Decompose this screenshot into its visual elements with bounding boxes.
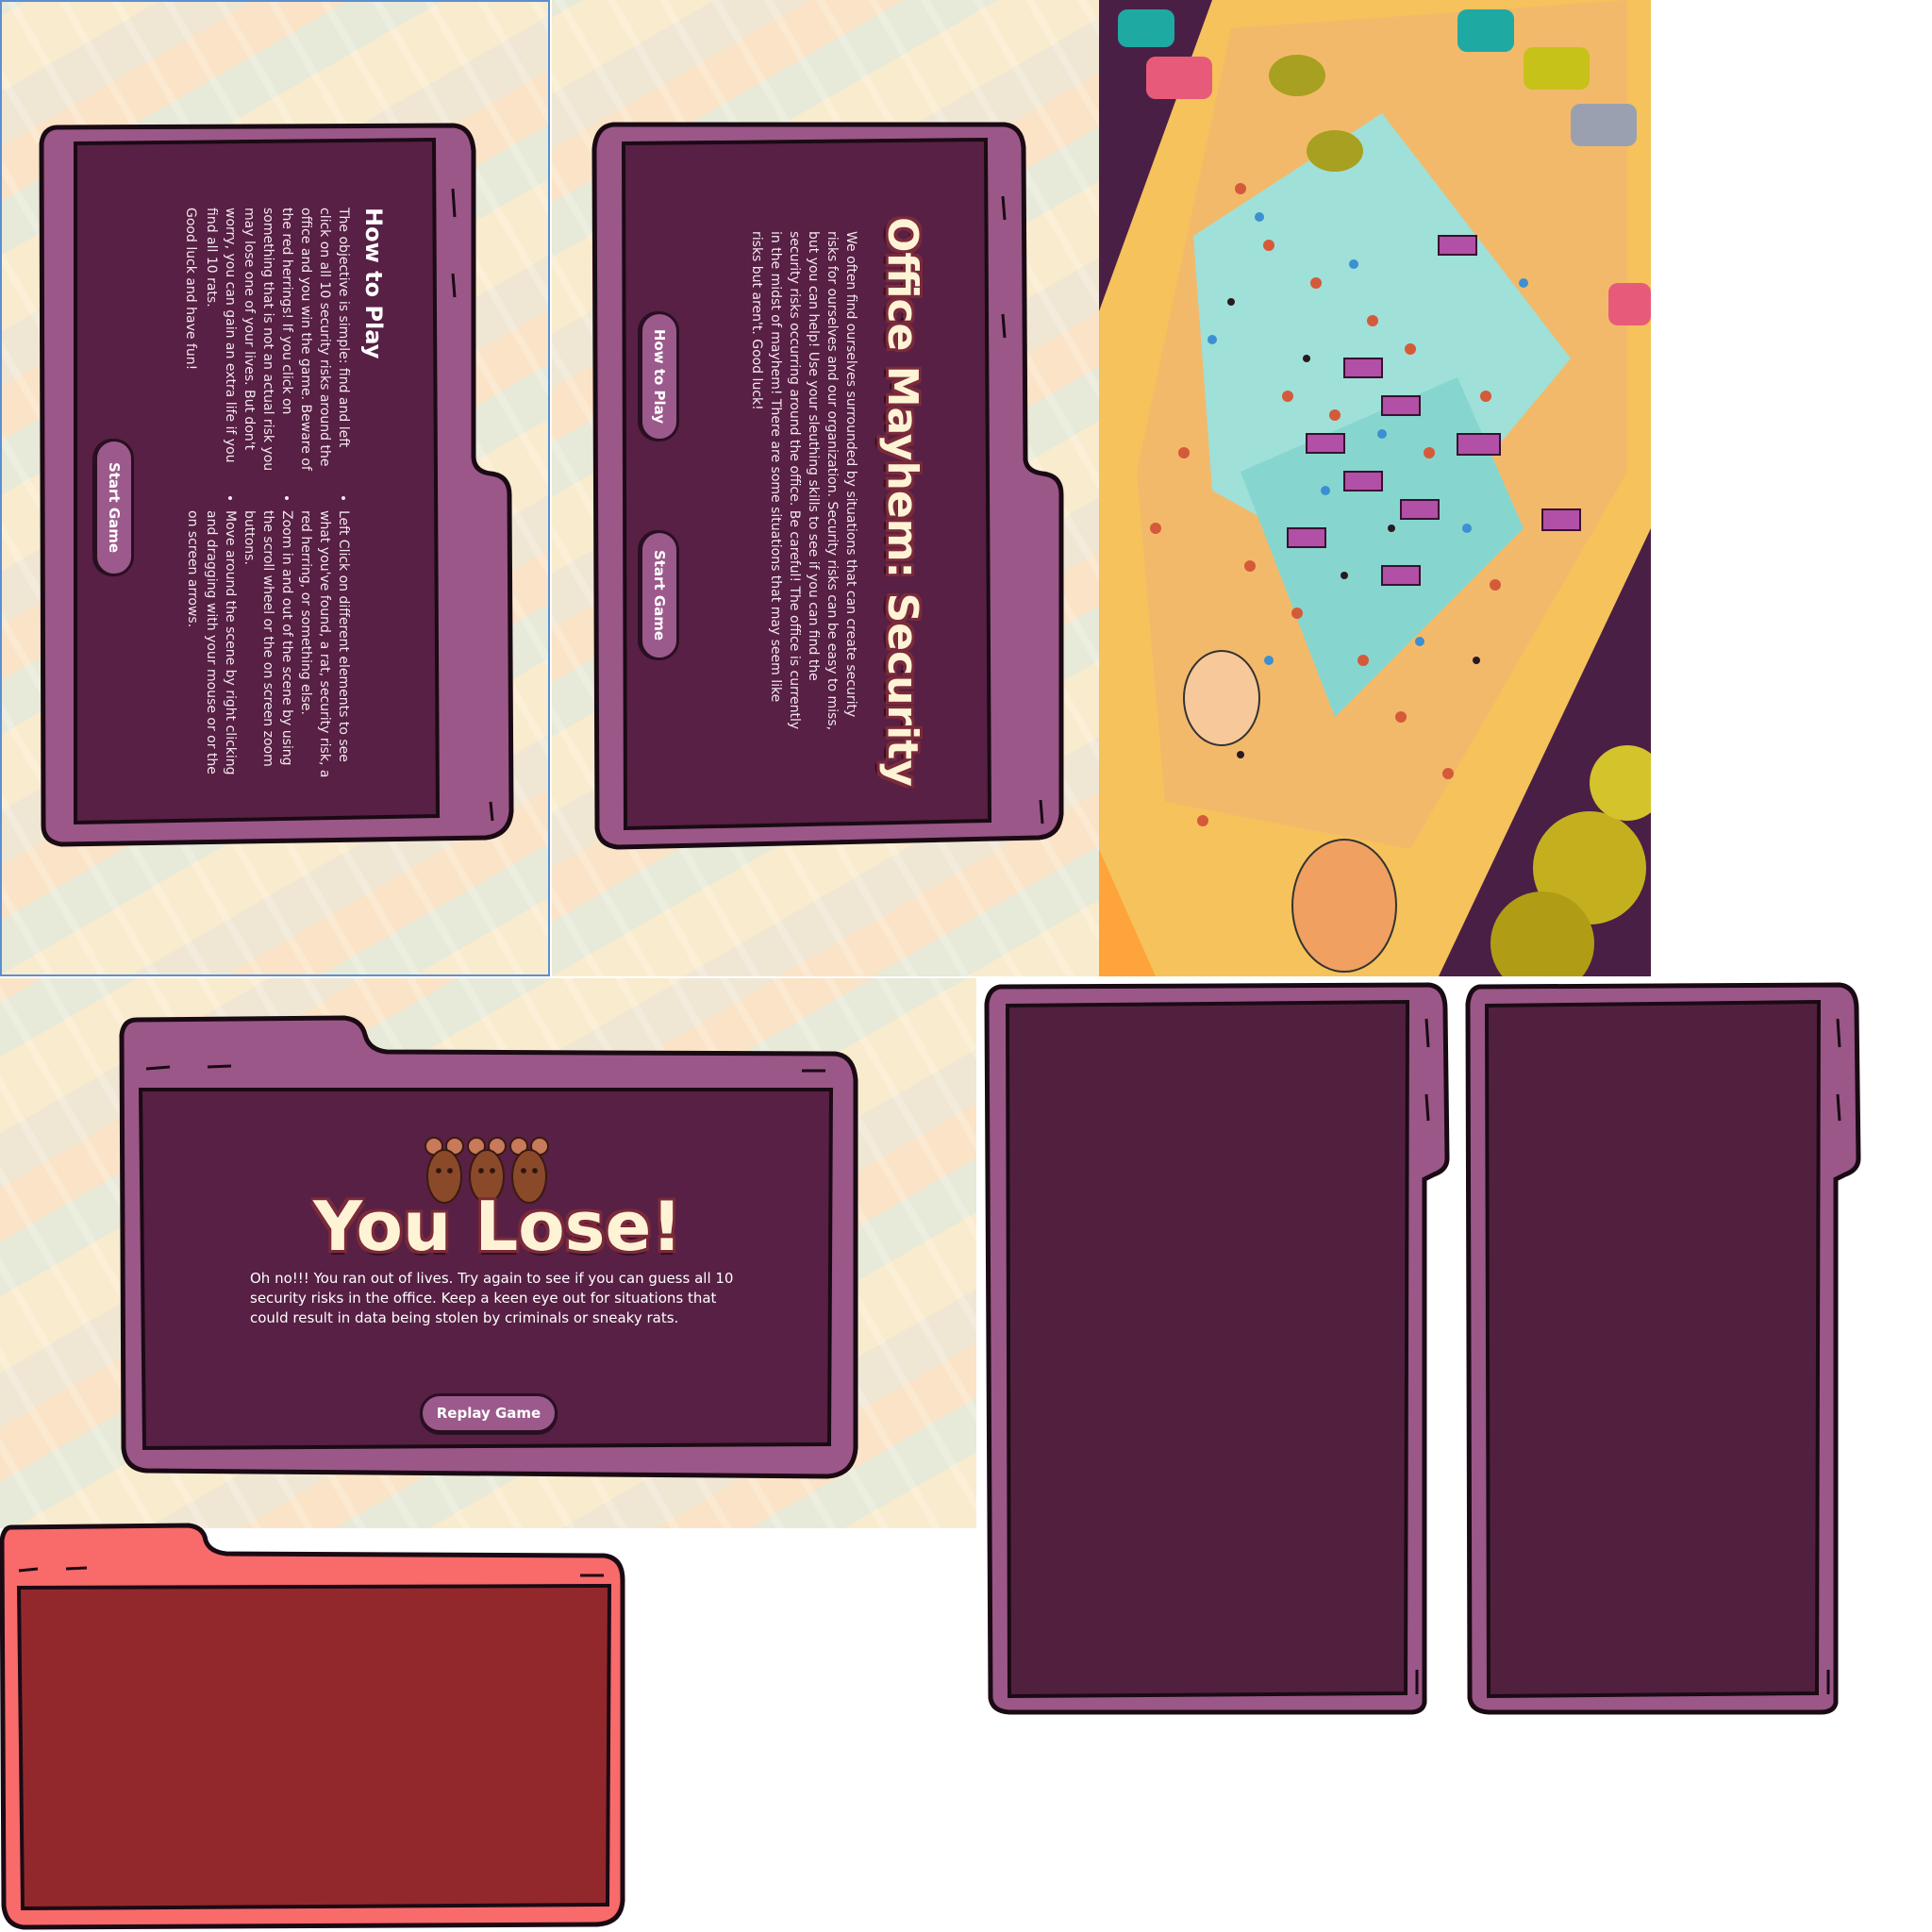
- empty-folder-tall-1: [981, 981, 1453, 1717]
- how-to-play-title: How to Play: [360, 208, 387, 359]
- how-to-play-bullets: Left Click on different elements to see …: [183, 495, 353, 784]
- how-to-play-start-button[interactable]: Start Game: [94, 439, 134, 576]
- intro-start-button[interactable]: Start Game: [640, 530, 679, 660]
- empty-folder-tall-2: [1462, 981, 1868, 1717]
- office-scene-illustration[interactable]: [1099, 0, 1651, 976]
- folder-shape: [984, 982, 1450, 1715]
- lose-body: Oh no!!! You ran out of lives. Try again…: [250, 1270, 734, 1326]
- empty-folder-red: [0, 1523, 627, 1930]
- replay-game-button[interactable]: Replay Game: [420, 1393, 558, 1433]
- folder-shape: [0, 1523, 625, 1930]
- bullet-zoom: Zoom in and out of the scene by using th…: [240, 510, 296, 784]
- how-to-play-intro: The objective is simple: find and left c…: [181, 208, 353, 481]
- how-to-play-intro-text: The objective is simple: find and left c…: [204, 208, 351, 472]
- folder-shape: [1465, 982, 1861, 1715]
- how-to-play-content: How to Play The objective is simple: fin…: [57, 151, 396, 811]
- intro-title: Office Mayhem: Security: [878, 217, 926, 787]
- office-illustration: [1099, 0, 1651, 976]
- intro-content: Office Mayhem: Security We often find ou…: [623, 217, 934, 787]
- how-to-play-closing: Good luck and have fun!: [183, 208, 198, 371]
- lose-title: You Lose!: [313, 1187, 683, 1266]
- bullet-move: Move around the scene by right clicking …: [183, 510, 240, 784]
- intro-how-to-play-button[interactable]: How to Play: [640, 311, 679, 441]
- intro-body: We often find ourselves surrounded by si…: [749, 231, 858, 731]
- bullet-left-click: Left Click on different elements to see …: [296, 510, 353, 784]
